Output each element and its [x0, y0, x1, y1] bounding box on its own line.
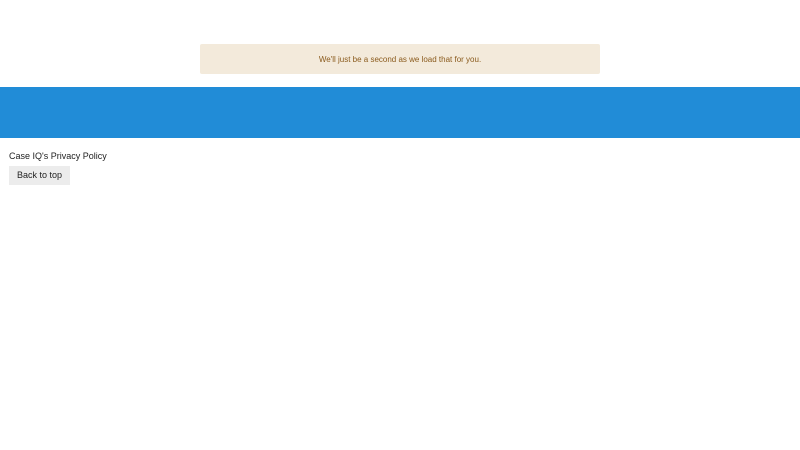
header-band: [0, 87, 800, 138]
loading-notice: We'll just be a second as we load that f…: [200, 44, 600, 74]
back-to-top-button[interactable]: Back to top: [9, 166, 71, 185]
privacy-policy-link[interactable]: Case IQ's Privacy Policy: [9, 151, 107, 162]
loading-notice-text: We'll just be a second as we load that f…: [318, 54, 482, 64]
page: We'll just be a second as we load that f…: [0, 0, 800, 450]
footer: Case IQ's Privacy Policy Back to top: [9, 151, 107, 185]
